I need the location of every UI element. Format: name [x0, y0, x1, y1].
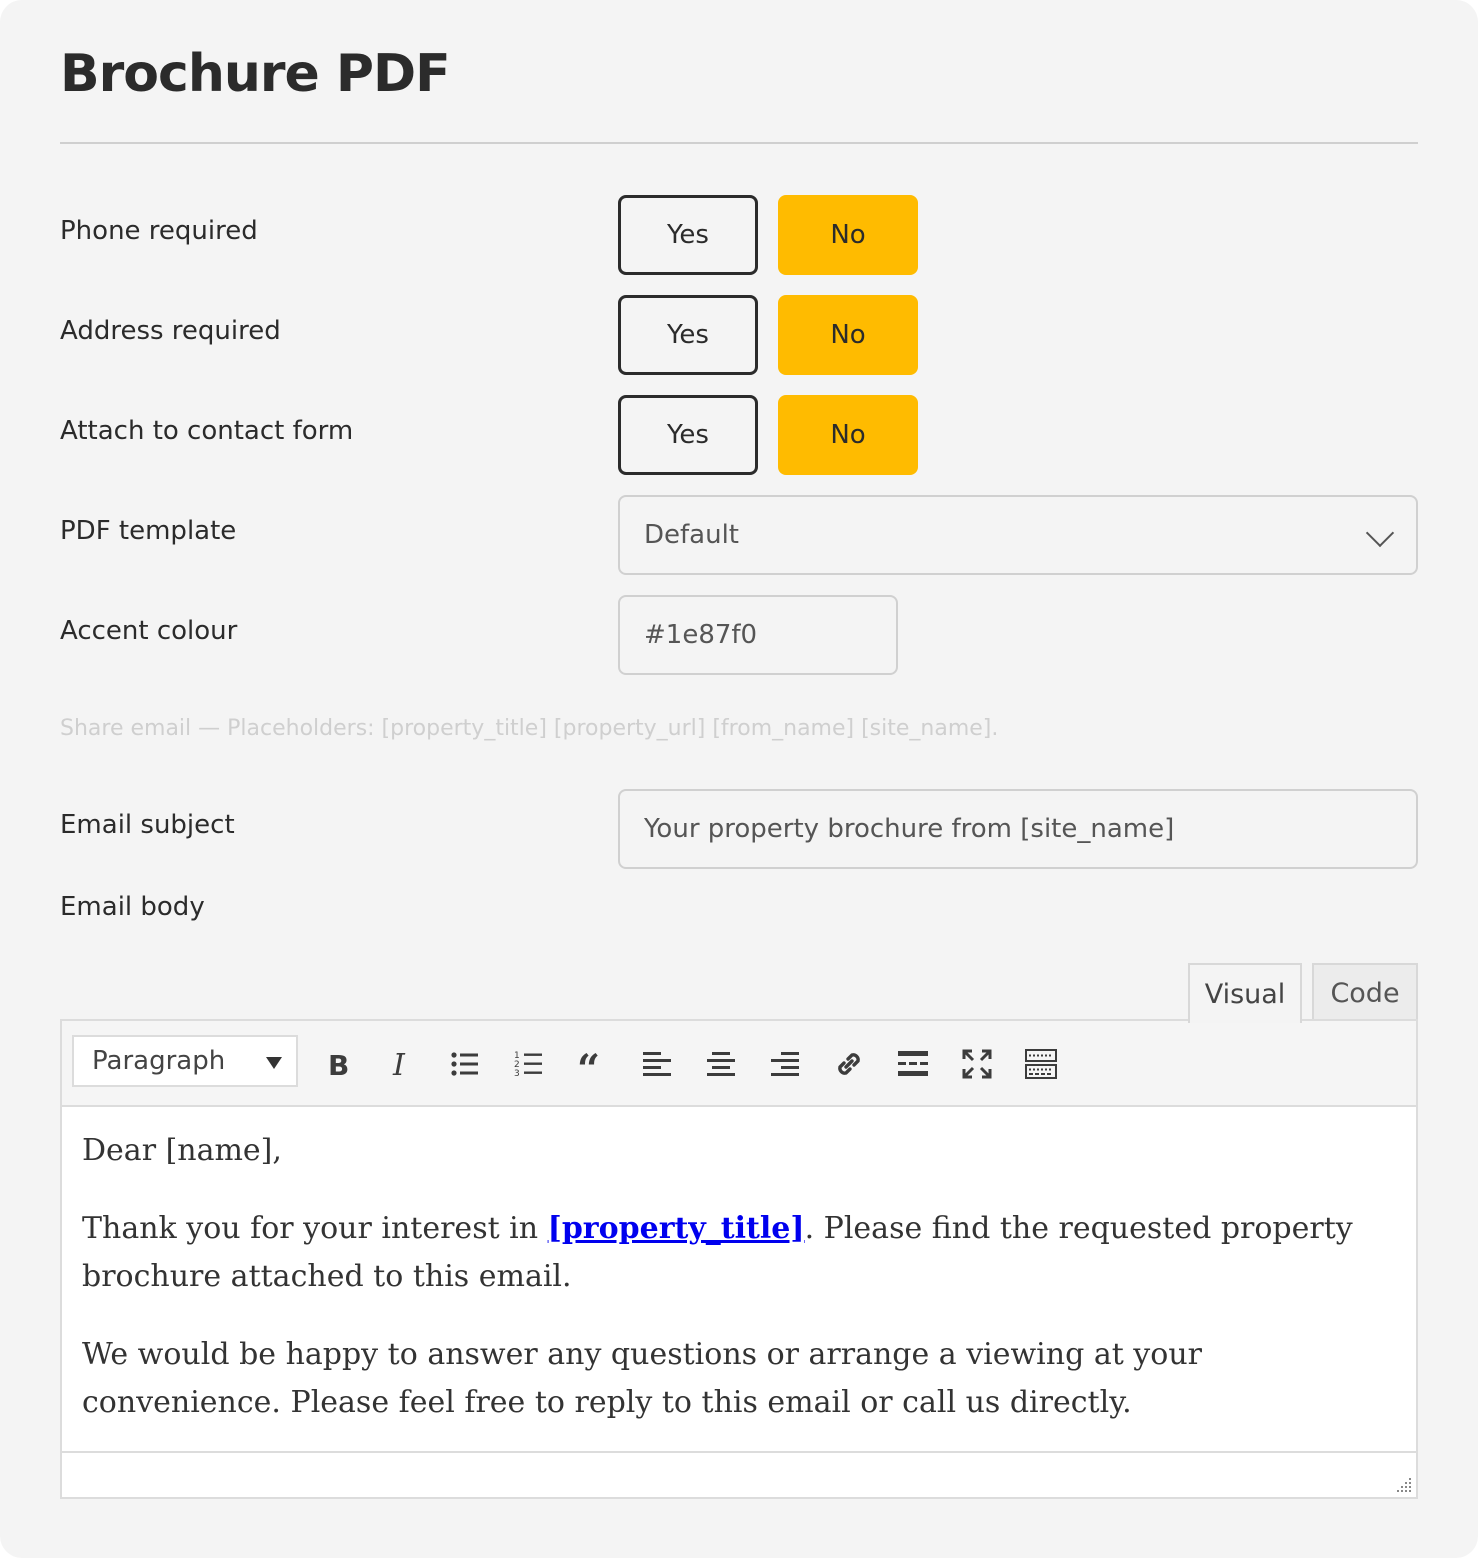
accent-colour-label: Accent colour	[60, 616, 238, 646]
body-paragraph-closing: We would be happy to answer any question…	[82, 1337, 1202, 1420]
align-center-icon	[707, 1052, 735, 1076]
bold-button[interactable]: B	[314, 1041, 360, 1087]
brochure-pdf-panel: Brochure PDF Phone required Yes No Addre…	[0, 0, 1478, 1558]
italic-button[interactable]: I	[378, 1041, 424, 1087]
pdf-template-select[interactable]: Default	[618, 495, 1418, 575]
intro-text-start: Thank you for your interest in	[82, 1211, 548, 1246]
editor-statusbar	[62, 1451, 1416, 1497]
address-required-no-button[interactable]: No	[778, 295, 918, 375]
align-left-icon	[643, 1052, 671, 1076]
page-title: Brochure PDF	[60, 44, 451, 104]
toolbar-toggle-button[interactable]	[1018, 1041, 1064, 1087]
bullet-list-icon	[451, 1052, 478, 1076]
format-select[interactable]: Paragraph	[72, 1035, 298, 1087]
align-center-button[interactable]	[698, 1041, 744, 1087]
accent-colour-input[interactable]: #1e87f0	[618, 595, 898, 675]
email-body-editor: Paragraph B I 1 2 3 “ Dear [name], Thank…	[60, 1019, 1418, 1499]
body-paragraph-greeting: Dear [name],	[82, 1133, 282, 1168]
align-right-button[interactable]	[762, 1041, 808, 1087]
phone-required-no-button[interactable]: No	[778, 195, 918, 275]
phone-required-label: Phone required	[60, 216, 258, 246]
bold-icon: B	[328, 1049, 349, 1081]
read-more-button[interactable]	[890, 1041, 936, 1087]
caret-down-icon	[266, 1057, 282, 1069]
email-body-label: Email body	[60, 892, 205, 922]
blockquote-icon: “	[577, 1047, 600, 1081]
align-right-icon	[771, 1052, 799, 1076]
link-button[interactable]	[826, 1041, 872, 1087]
pdf-template-value: Default	[644, 520, 739, 550]
blockquote-button[interactable]: “	[570, 1041, 616, 1087]
tab-code[interactable]: Code	[1312, 963, 1418, 1021]
attach-contact-no-button[interactable]: No	[778, 395, 918, 475]
bullet-list-button[interactable]	[442, 1041, 488, 1087]
attach-contact-label: Attach to contact form	[60, 416, 354, 446]
email-subject-value: Your property brochure from [site_name]	[644, 814, 1175, 844]
svg-text:3: 3	[514, 1069, 520, 1079]
tab-visual[interactable]: Visual	[1188, 963, 1302, 1023]
link-icon	[838, 1053, 860, 1075]
svg-text:I: I	[392, 1048, 406, 1081]
editor-toolbar: Paragraph B I 1 2 3 “	[62, 1021, 1416, 1107]
body-paragraph-intro: Thank you for your interest in [property…	[82, 1205, 1392, 1301]
svg-text:B: B	[328, 1049, 349, 1081]
read-more-icon	[898, 1051, 928, 1076]
numbered-list-button[interactable]: 1 2 3	[506, 1041, 552, 1087]
chevron-down-icon	[1365, 518, 1395, 548]
address-required-yes-button[interactable]: Yes	[618, 295, 758, 375]
pdf-template-label: PDF template	[60, 516, 237, 546]
address-required-label: Address required	[60, 316, 281, 346]
email-subject-label: Email subject	[60, 810, 235, 840]
format-select-value: Paragraph	[92, 1046, 226, 1076]
fullscreen-icon	[962, 1049, 992, 1079]
resize-handle-icon[interactable]	[1394, 1475, 1412, 1493]
title-divider	[60, 142, 1418, 144]
attach-contact-yes-button[interactable]: Yes	[618, 395, 758, 475]
toolbar-toggle-icon	[1025, 1049, 1057, 1079]
email-subject-input[interactable]: Your property brochure from [site_name]	[618, 789, 1418, 869]
editor-content[interactable]: Dear [name], Thank you for your interest…	[82, 1127, 1392, 1457]
phone-required-yes-button[interactable]: Yes	[618, 195, 758, 275]
fullscreen-button[interactable]	[954, 1041, 1000, 1087]
property-title-link[interactable]: [property_title]	[548, 1211, 805, 1246]
svg-text:“: “	[577, 1047, 600, 1081]
italic-icon: I	[392, 1048, 406, 1081]
numbered-list-icon: 1 2 3	[514, 1051, 542, 1079]
accent-colour-value: #1e87f0	[644, 620, 758, 650]
align-left-button[interactable]	[634, 1041, 680, 1087]
placeholders-hint: Share email — Placeholders: [property_ti…	[60, 716, 999, 741]
